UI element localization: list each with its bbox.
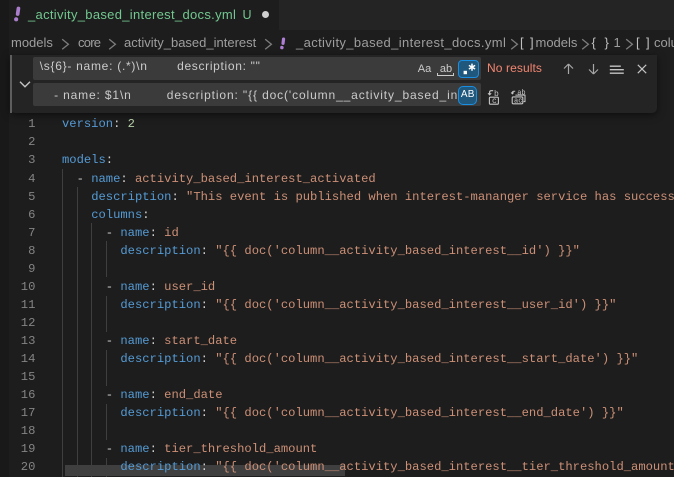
svg-text:ac: ac (514, 97, 522, 104)
svg-text:ab: ab (517, 89, 525, 97)
svg-text:c: c (492, 96, 497, 104)
